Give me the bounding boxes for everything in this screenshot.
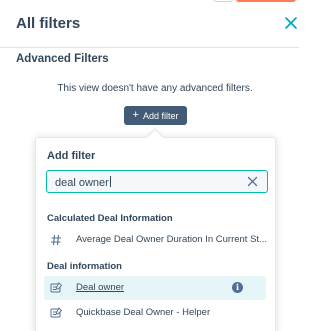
panel-header: All filters [0,0,299,48]
add-filter-button[interactable]: + Add filter [124,106,187,125]
option-label: Average Deal Owner Duration In Current S… [76,234,267,245]
option-quickbase-deal-owner-helper[interactable]: Quickbase Deal Owner - Helper [44,301,266,325]
group-label-calculated: Calculated Deal Information [47,213,173,224]
option-average-deal-owner-duration[interactable]: Average Deal Owner Duration In Current S… [44,228,267,252]
hash-icon [51,234,61,246]
add-filter-dropdown: Add filter deal owner Calculated Deal In… [35,137,276,331]
search-input-value: deal owner [55,176,111,189]
clear-search-icon[interactable] [247,176,258,187]
owner-property-icon [50,282,62,293]
group-label-deal-information: Deal information [47,261,122,272]
empty-filters-message: This view doesn't have any advanced filt… [57,83,253,94]
option-label: Quickbase Deal Owner - Helper [76,307,211,318]
panel-title: All filters [16,15,81,32]
owner-property-icon [50,307,62,318]
option-deal-owner[interactable]: Deal owner i [44,276,266,300]
option-label: Deal owner [76,282,125,293]
close-icon[interactable] [284,16,298,30]
info-icon[interactable]: i [232,282,243,293]
advanced-filters-title: Advanced Filters [16,53,109,65]
plus-icon: + [132,109,139,121]
filter-search-input[interactable]: deal owner [46,170,268,193]
dropdown-title: Add filter [47,150,96,162]
add-filter-button-label: Add filter [142,110,179,121]
text-cursor [109,176,111,187]
